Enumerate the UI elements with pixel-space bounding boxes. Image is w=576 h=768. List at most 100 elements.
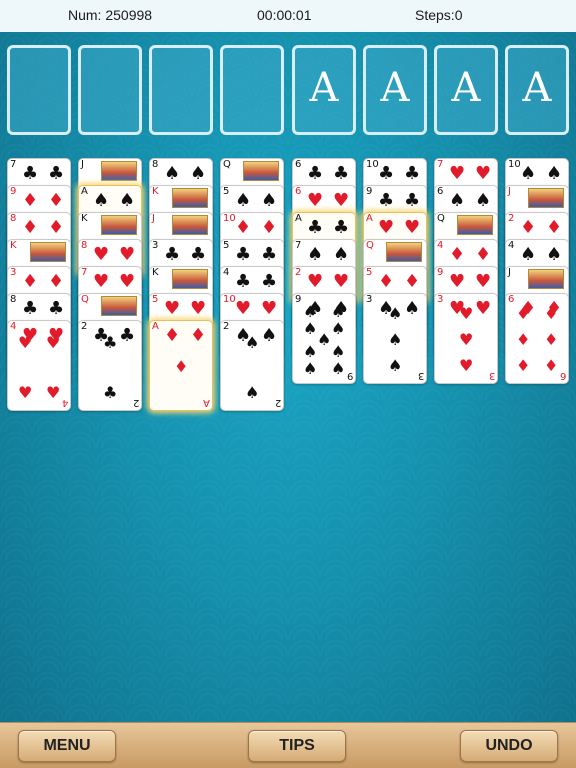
foundation-label: A bbox=[522, 65, 552, 111]
suit-pip: ♣ bbox=[261, 244, 278, 265]
playing-card[interactable]: 2 ♠ ♠ ♠ ♠ 2 bbox=[220, 320, 284, 411]
suit-pip: ♠ bbox=[404, 298, 421, 319]
suit-pip: ♠ bbox=[520, 163, 537, 184]
suit-pip: ♣ bbox=[261, 271, 278, 292]
suit-pip: ♥ bbox=[93, 244, 110, 265]
suit-pip: ♠ bbox=[388, 356, 403, 375]
toolbar: MENU TIPS UNDO bbox=[0, 722, 576, 768]
suit-pip: ♦ bbox=[516, 356, 531, 375]
foundation-label: A bbox=[309, 65, 339, 111]
suit-pip: ♠ bbox=[331, 302, 346, 321]
face-card-portrait bbox=[101, 215, 137, 235]
playing-card[interactable]: 9 ♠ ♠ ♠ ♠ ♠ ♠ ♠ ♠ ♠ ♠ ♠ 9 bbox=[292, 293, 356, 384]
face-card-portrait bbox=[528, 269, 564, 289]
playing-card[interactable]: 6 ♦ ♦ ♦ ♦ ♦ ♦ ♦ ♦ 6 bbox=[505, 293, 569, 384]
card-rank: 4 bbox=[10, 321, 17, 332]
card-rank-bottom: A bbox=[203, 397, 210, 408]
suit-pip: ♠ bbox=[317, 330, 332, 349]
suit-pip: ♥ bbox=[459, 356, 474, 375]
card-rank: 8 bbox=[10, 213, 17, 224]
card-rank: 4 bbox=[437, 240, 444, 251]
card-rank: 6 bbox=[508, 294, 515, 305]
suit-pip: ♥ bbox=[190, 298, 207, 319]
suit-pip: ♥ bbox=[378, 217, 395, 238]
undo-button[interactable]: UNDO bbox=[460, 730, 558, 762]
playing-card[interactable]: A ♦ ♦ ♦ A bbox=[149, 320, 213, 411]
free-cell-3[interactable] bbox=[149, 45, 213, 135]
card-rank: 10 bbox=[223, 213, 236, 224]
card-rank-bottom: 3 bbox=[417, 370, 424, 381]
suit-pip: ♦ bbox=[475, 244, 492, 265]
suit-pip: ♥ bbox=[119, 271, 136, 292]
suit-pip: ♣ bbox=[307, 163, 324, 184]
face-card-portrait bbox=[172, 269, 208, 289]
suit-pip: ♦ bbox=[516, 330, 531, 349]
suit-pip: ♠ bbox=[388, 304, 403, 323]
suit-pip: ♦ bbox=[48, 190, 65, 211]
free-cell-4[interactable] bbox=[220, 45, 284, 135]
suit-pip: ♥ bbox=[449, 163, 466, 184]
playing-card[interactable]: 3 ♠ ♠ ♠ ♠ ♠ 3 bbox=[363, 293, 427, 384]
foundation-4[interactable]: A bbox=[505, 45, 569, 135]
suit-pip: ♦ bbox=[378, 271, 395, 292]
suit-pip: ♠ bbox=[449, 190, 466, 211]
suit-pip: ♣ bbox=[48, 163, 65, 184]
card-rank: 10 bbox=[508, 159, 521, 170]
card-rank-bottom: 3 bbox=[488, 370, 495, 381]
suit-pip: ♣ bbox=[333, 163, 350, 184]
card-rank-bottom: 4 bbox=[61, 397, 68, 408]
free-cell-2[interactable] bbox=[78, 45, 142, 135]
card-rank: K bbox=[81, 213, 88, 224]
card-rank: 8 bbox=[81, 240, 88, 251]
card-rank: 3 bbox=[437, 294, 444, 305]
suit-pip: ♣ bbox=[119, 325, 136, 346]
tips-button[interactable]: TIPS bbox=[248, 730, 346, 762]
suit-pip: ♦ bbox=[520, 217, 537, 238]
playing-card[interactable]: 4 ♥ ♥ ♥ ♥ ♥ ♥ 4 bbox=[7, 320, 71, 411]
playing-card[interactable]: 3 ♥ ♥ ♥ ♥ ♥ 3 bbox=[434, 293, 498, 384]
card-rank: 6 bbox=[437, 186, 444, 197]
free-cell-1[interactable] bbox=[7, 45, 71, 135]
suit-pip: ♣ bbox=[190, 244, 207, 265]
suit-pip: ♥ bbox=[93, 271, 110, 292]
suit-pip: ♣ bbox=[22, 163, 39, 184]
suit-pip: ♠ bbox=[520, 244, 537, 265]
menu-button[interactable]: MENU bbox=[18, 730, 116, 762]
face-card-portrait bbox=[457, 215, 493, 235]
suit-pip: ♠ bbox=[119, 190, 136, 211]
suit-pip: ♦ bbox=[544, 356, 559, 375]
card-rank: 7 bbox=[437, 159, 444, 170]
card-rank: J bbox=[152, 213, 155, 224]
suit-pip: ♥ bbox=[261, 298, 278, 319]
suit-pip: ♦ bbox=[516, 304, 531, 323]
suit-pip: ♦ bbox=[544, 330, 559, 349]
face-card-portrait bbox=[172, 188, 208, 208]
suit-pip: ♥ bbox=[333, 271, 350, 292]
card-rank: 2 bbox=[223, 321, 230, 332]
suit-pip: ♠ bbox=[164, 163, 181, 184]
foundation-2[interactable]: A bbox=[363, 45, 427, 135]
card-rank: 3 bbox=[366, 294, 373, 305]
foundation-1[interactable]: A bbox=[292, 45, 356, 135]
suit-pip: ♠ bbox=[93, 190, 110, 211]
card-rank: J bbox=[508, 267, 511, 278]
card-rank-bottom: 6 bbox=[559, 370, 566, 381]
playing-card[interactable]: 2 ♣ ♣ ♣ ♣ 2 bbox=[78, 320, 142, 411]
game-timer: 00:00:01 bbox=[257, 7, 312, 23]
card-rank: 9 bbox=[295, 294, 302, 305]
suit-pip: ♠ bbox=[303, 302, 318, 321]
suit-pip: ♦ bbox=[22, 271, 39, 292]
suit-pip: ♠ bbox=[331, 342, 346, 361]
card-rank: J bbox=[508, 186, 511, 197]
suit-pip: ♠ bbox=[235, 190, 252, 211]
suit-pip: ♦ bbox=[22, 217, 39, 238]
suit-pip: ♦ bbox=[174, 357, 189, 376]
face-card-portrait bbox=[101, 296, 137, 316]
suit-pip: ♠ bbox=[333, 244, 350, 265]
suit-pip: ♠ bbox=[331, 359, 346, 378]
card-rank: 7 bbox=[295, 240, 302, 251]
card-rank: 5 bbox=[366, 267, 373, 278]
foundation-3[interactable]: A bbox=[434, 45, 498, 135]
suit-pip: ♣ bbox=[378, 190, 395, 211]
card-rank: A bbox=[152, 321, 159, 332]
